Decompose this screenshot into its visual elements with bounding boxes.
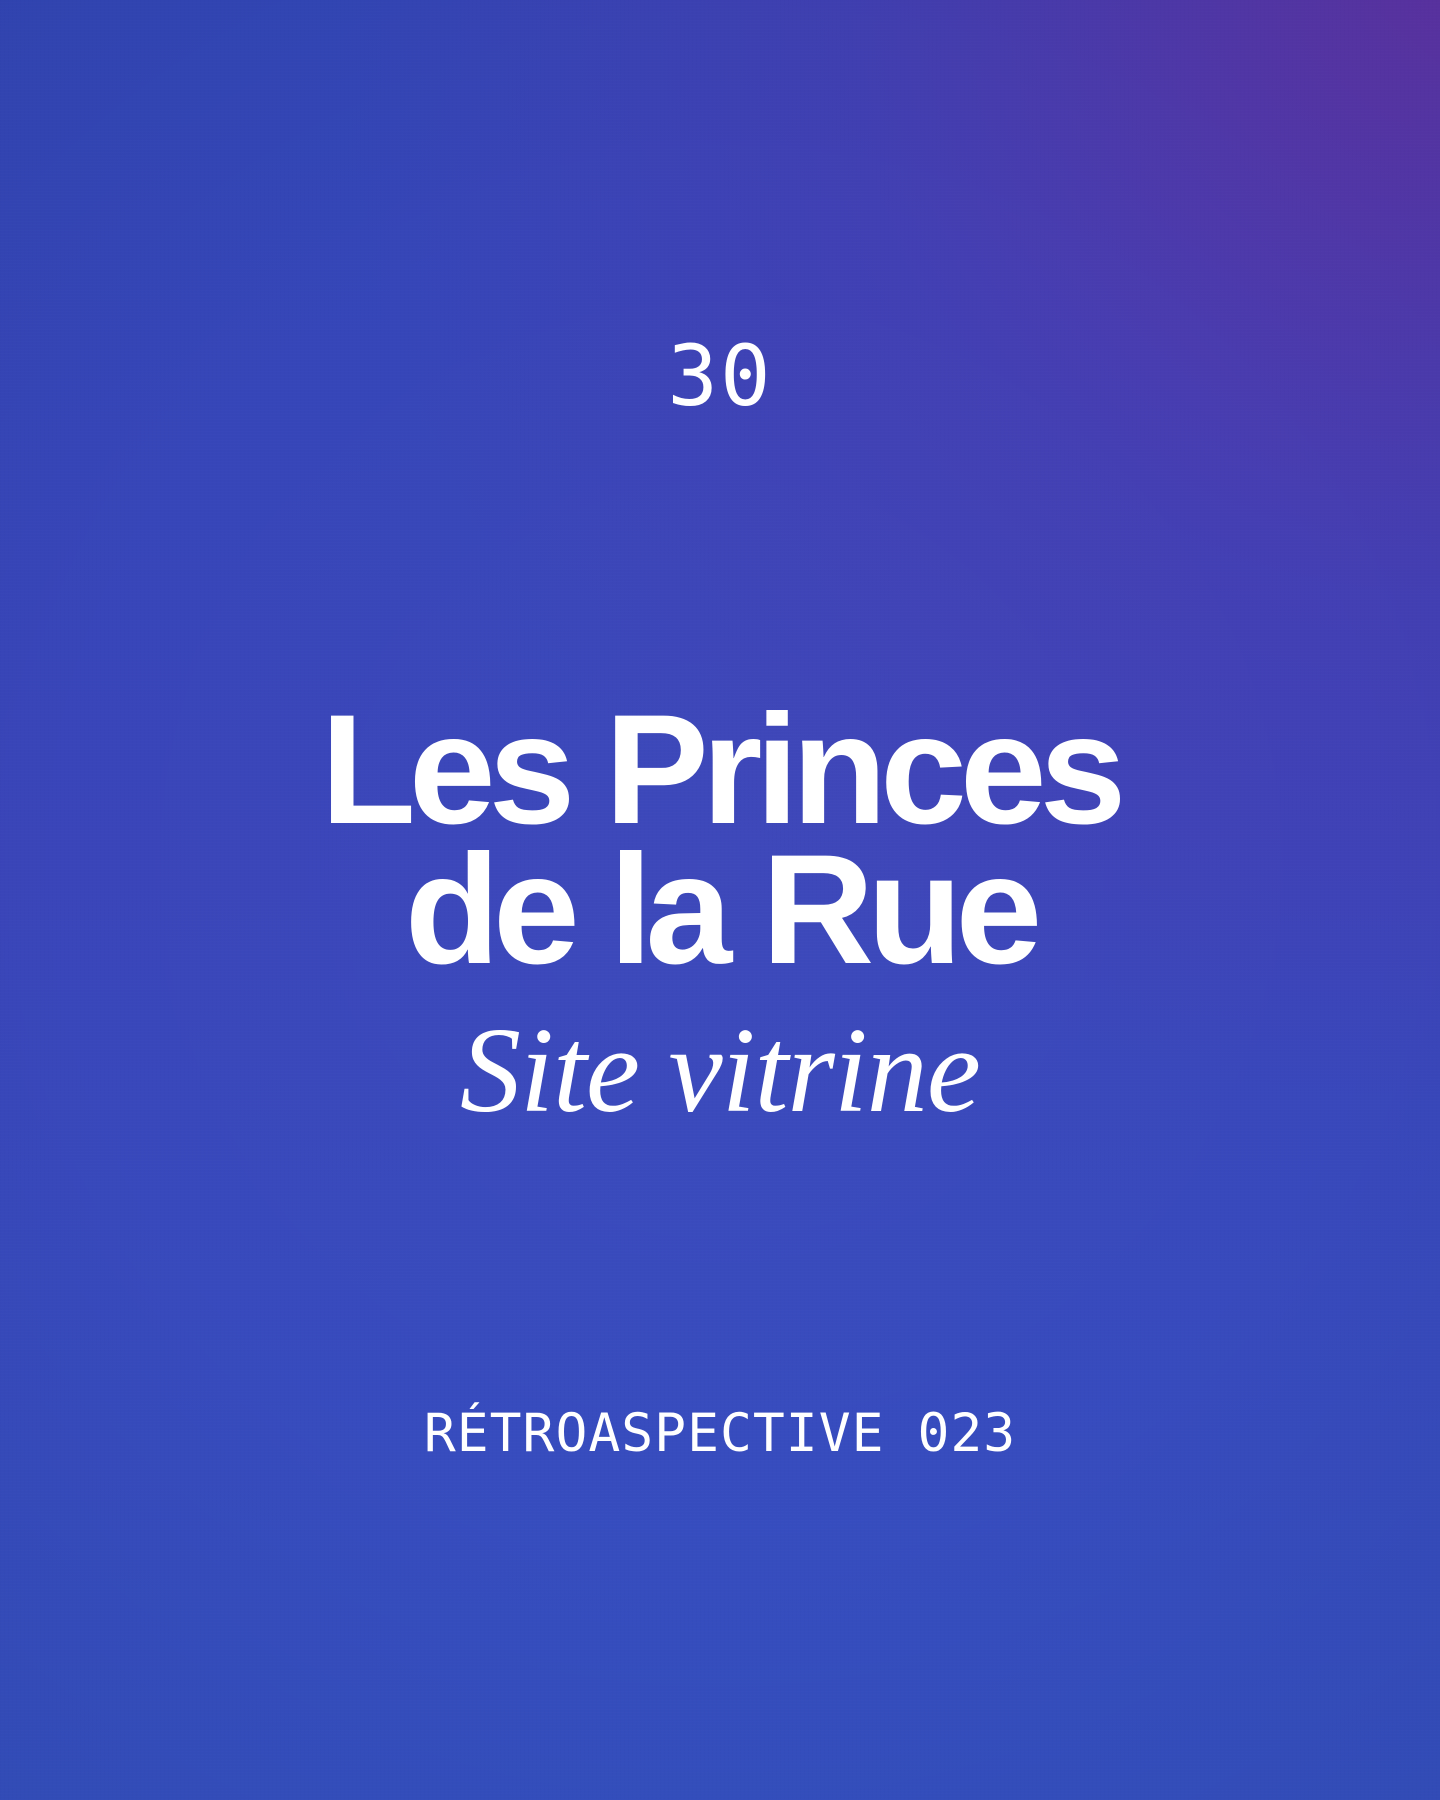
cover-footer: RÉTROASPECTIVE 023 <box>423 1403 1017 1464</box>
cover-title: Les Princes de la Rue <box>0 683 1440 997</box>
cover-title-line-2: de la Rue <box>404 823 1043 997</box>
cover-number: 30 <box>667 327 773 425</box>
cover-background: 30 Les Princes de la Rue Site vitrine RÉ… <box>0 0 1440 1800</box>
cover-subtitle: Site vitrine <box>460 1003 981 1138</box>
cover-title-line-1: Les Princes <box>320 683 1127 857</box>
